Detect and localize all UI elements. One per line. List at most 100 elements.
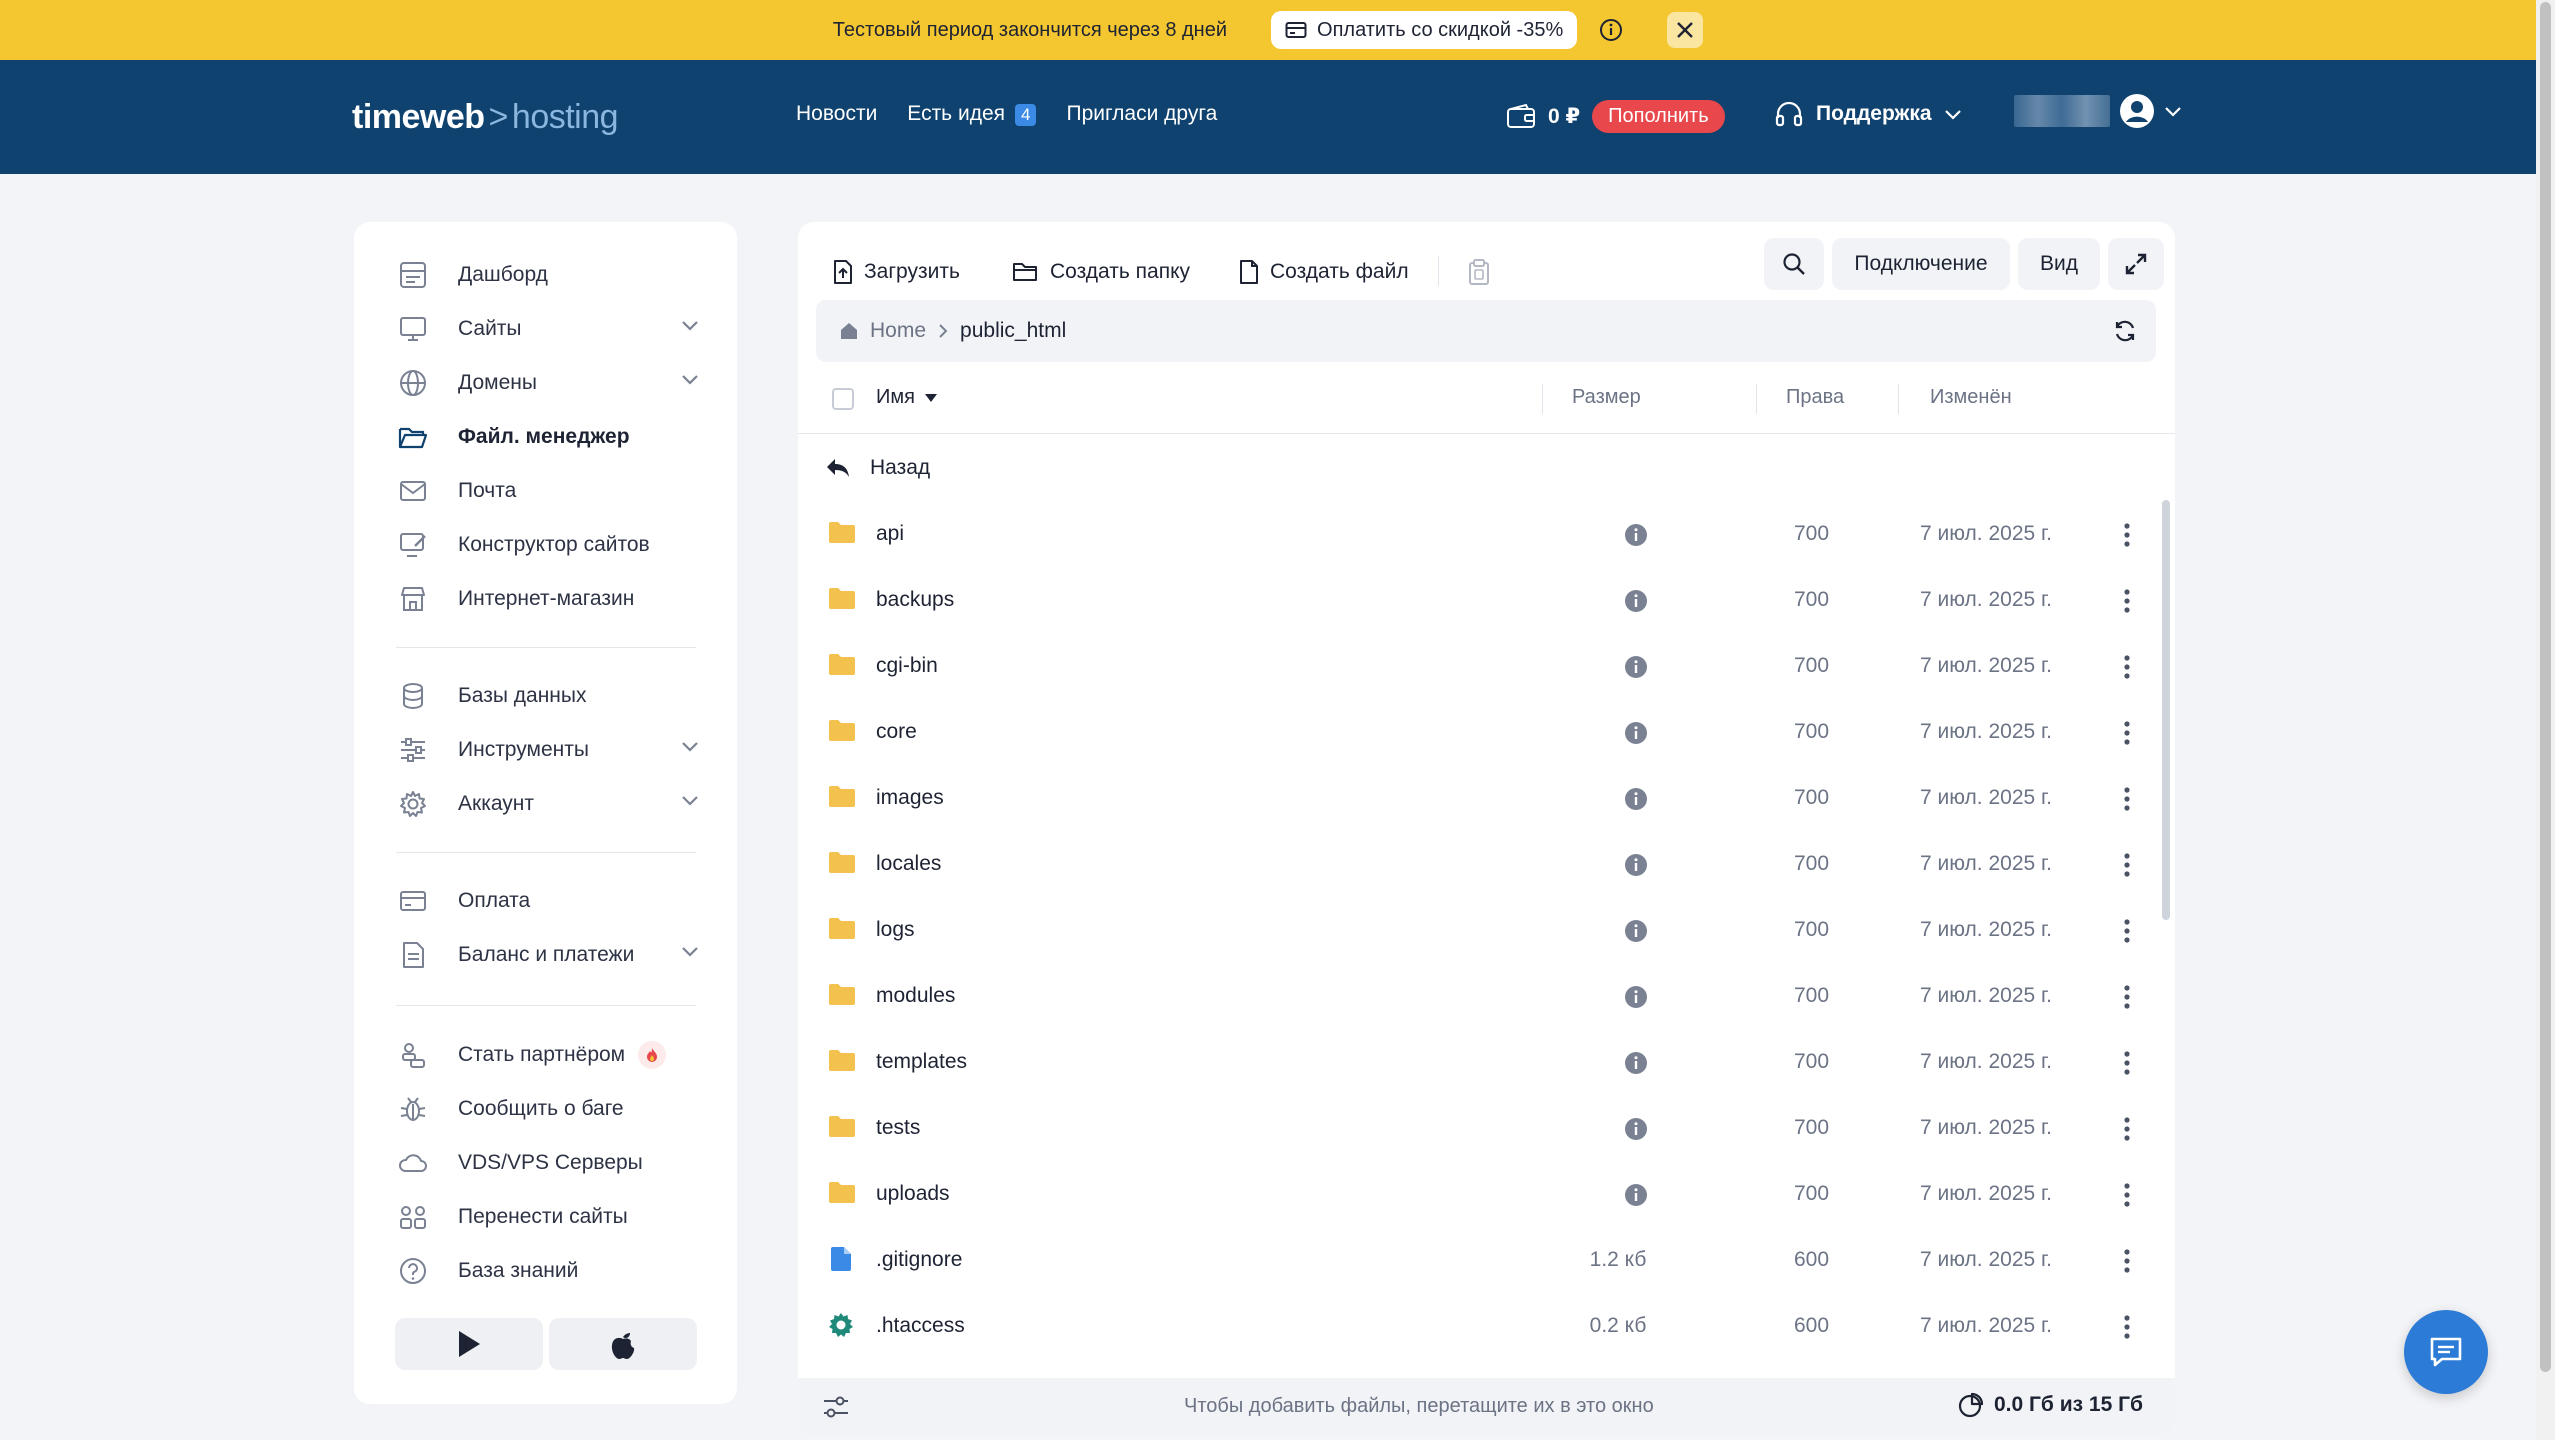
select-all-checkbox[interactable]	[832, 388, 854, 410]
create-file-button[interactable]: Создать файл	[1238, 244, 1409, 300]
more-vertical-icon[interactable]	[2123, 720, 2131, 746]
more-vertical-icon[interactable]	[2123, 654, 2131, 680]
back-row[interactable]: Назад	[798, 436, 2138, 502]
page-scrollbar[interactable]	[2536, 0, 2555, 1440]
nav-news[interactable]: Новости	[796, 102, 877, 126]
search-button[interactable]	[1764, 238, 1824, 290]
sidebar-item-transfer-sites[interactable]: Перенести сайты	[396, 1197, 706, 1237]
info-icon[interactable]	[1624, 1183, 1648, 1207]
file-permissions: 700	[1794, 720, 1830, 743]
chevron-down-icon[interactable]	[680, 372, 700, 386]
table-row[interactable]: modules 700 7 июл. 2025 г.	[798, 964, 2138, 1030]
info-icon[interactable]	[1624, 1117, 1648, 1141]
table-row[interactable]: core 700 7 июл. 2025 г.	[798, 700, 2138, 766]
fullscreen-button[interactable]	[2108, 238, 2164, 290]
sidebar-item-databases[interactable]: Базы данных	[396, 676, 706, 716]
info-icon[interactable]	[1624, 523, 1648, 547]
paste-button[interactable]	[1468, 244, 1490, 300]
column-separator	[1756, 384, 1757, 414]
more-vertical-icon[interactable]	[2123, 786, 2131, 812]
table-row[interactable]: images 700 7 июл. 2025 г.	[798, 766, 2138, 832]
column-name[interactable]: Имя	[876, 386, 937, 409]
more-vertical-icon[interactable]	[2123, 1050, 2131, 1076]
view-button[interactable]: Вид	[2018, 238, 2100, 290]
nav-invite[interactable]: Пригласи друга	[1066, 102, 1217, 126]
breadcrumb-home[interactable]: Home	[870, 319, 926, 343]
chevron-down-icon[interactable]	[680, 739, 700, 753]
sidebar-item-payment[interactable]: Оплата	[396, 881, 706, 921]
sidebar-item-account[interactable]: Аккаунт	[396, 784, 706, 824]
table-row[interactable]: logs 700 7 июл. 2025 г.	[798, 898, 2138, 964]
info-icon[interactable]	[1624, 655, 1648, 679]
chevron-down-icon[interactable]	[680, 944, 700, 958]
sidebar-item-online-store[interactable]: Интернет-магазин	[396, 579, 706, 619]
more-vertical-icon[interactable]	[2123, 522, 2131, 548]
table-row[interactable]: .gitignore 1.2 кб 600 7 июл. 2025 г.	[798, 1228, 2138, 1294]
chevron-down-icon[interactable]	[680, 318, 700, 332]
info-icon[interactable]	[1624, 721, 1648, 745]
nav-idea[interactable]: Есть идея 4	[907, 102, 1037, 126]
sidebar-item-domains[interactable]: Домены	[396, 363, 706, 403]
table-row[interactable]: api 700 7 июл. 2025 г.	[798, 502, 2138, 568]
app-store-button[interactable]	[549, 1318, 697, 1370]
column-permissions[interactable]: Права	[1786, 386, 1844, 409]
file-permissions: 700	[1794, 1182, 1830, 1205]
sidebar-item-dashboard[interactable]: Дашборд	[396, 255, 706, 295]
create-folder-button[interactable]: Создать папку	[1012, 244, 1190, 300]
pay-discount-button[interactable]: Оплатить со скидкой -35%	[1271, 11, 1578, 49]
sidebar-item-sites[interactable]: Сайты	[396, 309, 706, 349]
chevron-down-icon[interactable]	[680, 793, 700, 807]
sidebar-item-balance[interactable]: Баланс и платежи	[396, 935, 706, 975]
table-row[interactable]: uploads 700 7 июл. 2025 г.	[798, 1162, 2138, 1228]
refresh-icon[interactable]	[2112, 318, 2138, 344]
info-icon[interactable]	[1624, 1051, 1648, 1075]
sidebar-item-vds-servers[interactable]: VDS/VPS Серверы	[396, 1143, 706, 1183]
more-vertical-icon[interactable]	[2123, 1182, 2131, 1208]
file-list-scrollbar[interactable]	[2162, 500, 2170, 920]
more-vertical-icon[interactable]	[2123, 588, 2131, 614]
topup-button[interactable]: Пополнить	[1592, 100, 1725, 133]
file-size: 0.2 кб	[1589, 1314, 1647, 1337]
table-row[interactable]: cgi-bin 700 7 июл. 2025 г.	[798, 634, 2138, 700]
sidebar-item-site-builder[interactable]: Конструктор сайтов	[396, 525, 706, 565]
table-row[interactable]: backups 700 7 июл. 2025 г.	[798, 568, 2138, 634]
file-permissions: 700	[1794, 1116, 1830, 1139]
bug-icon	[396, 1092, 430, 1126]
info-icon[interactable]	[1624, 919, 1648, 943]
settings-sliders-icon[interactable]	[822, 1394, 850, 1420]
sidebar-item-tools[interactable]: Инструменты	[396, 730, 706, 770]
user-menu[interactable]	[2014, 94, 2182, 128]
connection-button[interactable]: Подключение	[1832, 238, 2010, 290]
table-row[interactable]: .htaccess 0.2 кб 600 7 июл. 2025 г.	[798, 1294, 2138, 1360]
more-vertical-icon[interactable]	[2123, 852, 2131, 878]
more-vertical-icon[interactable]	[2123, 984, 2131, 1010]
table-row[interactable]: templates 700 7 июл. 2025 г.	[798, 1030, 2138, 1096]
username-redacted	[2014, 95, 2110, 127]
upload-button[interactable]: Загрузить	[832, 244, 960, 300]
support-menu[interactable]: Поддержка	[1774, 100, 1962, 128]
chat-button[interactable]	[2404, 1310, 2488, 1394]
info-icon[interactable]	[1624, 589, 1648, 613]
sidebar-item-report-bug[interactable]: Сообщить о баге	[396, 1089, 706, 1129]
sidebar-item-partner[interactable]: Стать партнёром	[396, 1035, 706, 1075]
more-vertical-icon[interactable]	[2123, 1116, 2131, 1142]
banner-close-button[interactable]	[1667, 12, 1704, 48]
more-vertical-icon[interactable]	[2123, 1248, 2131, 1274]
table-row[interactable]: locales 700 7 июл. 2025 г.	[798, 832, 2138, 898]
column-size[interactable]: Размер	[1572, 386, 1641, 409]
table-row[interactable]: tests 700 7 июл. 2025 г.	[798, 1096, 2138, 1162]
google-play-button[interactable]	[395, 1318, 543, 1370]
info-icon[interactable]	[1599, 18, 1623, 42]
page-scrollbar-thumb[interactable]	[2540, 2, 2551, 1372]
globe-icon	[396, 366, 430, 400]
more-vertical-icon[interactable]	[2123, 918, 2131, 944]
info-icon[interactable]	[1624, 985, 1648, 1009]
column-modified[interactable]: Изменён	[1930, 386, 2012, 409]
sidebar-item-knowledge-base[interactable]: База знаний	[396, 1251, 706, 1291]
sidebar-item-mail[interactable]: Почта	[396, 471, 706, 511]
logo[interactable]: timeweb > hosting	[352, 98, 619, 137]
info-icon[interactable]	[1624, 787, 1648, 811]
more-vertical-icon[interactable]	[2123, 1314, 2131, 1340]
sidebar-item-file-manager[interactable]: Файл. менеджер	[396, 417, 706, 457]
info-icon[interactable]	[1624, 853, 1648, 877]
